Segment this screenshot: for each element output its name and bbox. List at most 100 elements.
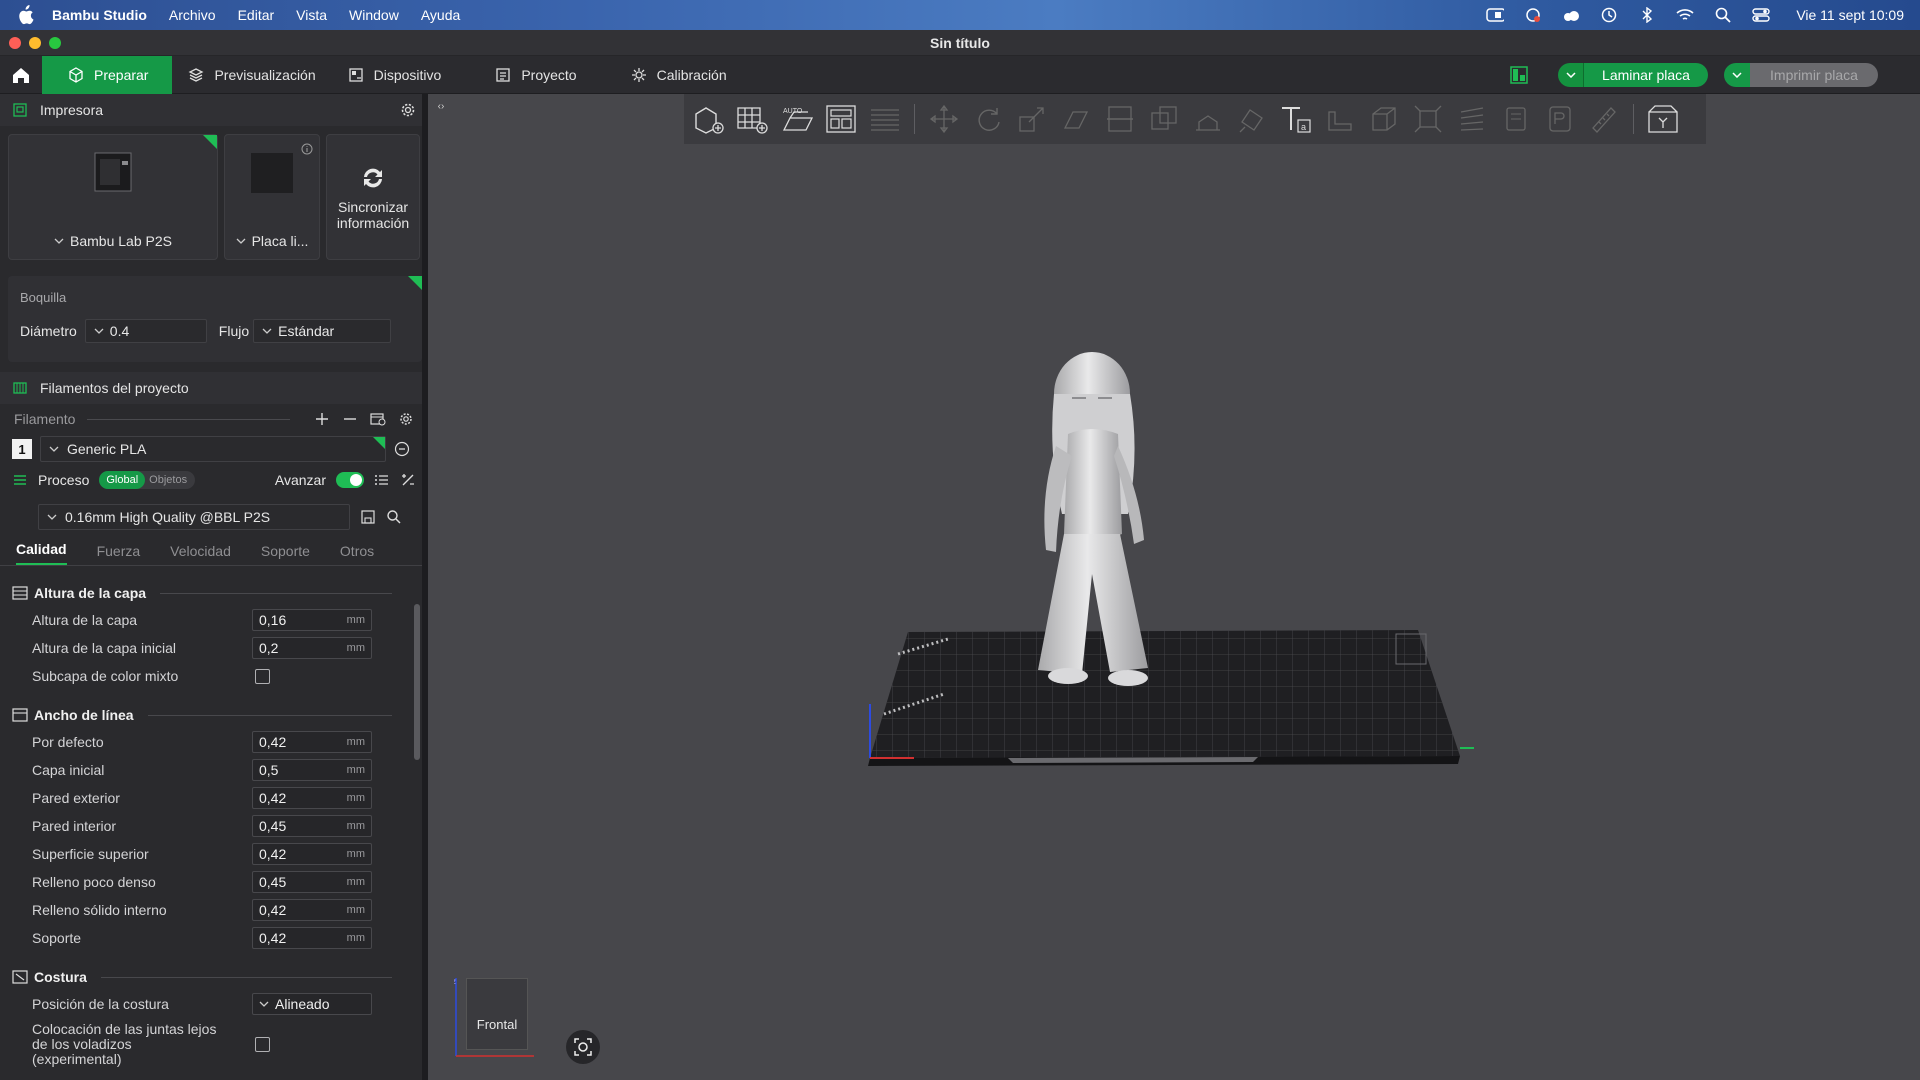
filament-slot-number[interactable]: 1	[12, 439, 32, 459]
3d-scene[interactable]	[428, 94, 1920, 1080]
line-width-input[interactable]: 0,45 mm	[252, 815, 372, 837]
navcube-front-face[interactable]: Frontal	[466, 978, 528, 1050]
line-width-input[interactable]: 0,5 mm	[252, 759, 372, 781]
setting-label: Superficie superior	[32, 846, 149, 862]
global-option[interactable]: Global	[99, 471, 146, 489]
chevron-down-icon[interactable]	[1724, 62, 1750, 87]
subtab-velocidad[interactable]: Velocidad	[170, 543, 231, 565]
info-icon[interactable]	[301, 143, 313, 155]
settings-list: Altura de la capa Altura de la capa 0,16…	[0, 566, 428, 1070]
settings-scrollbar[interactable]	[414, 604, 420, 760]
cloud-icon[interactable]	[1562, 6, 1580, 24]
window-titlebar: Sin título	[0, 30, 1920, 56]
mixed-color-sublayer-checkbox[interactable]	[255, 668, 270, 684]
seam-away-overhang-checkbox[interactable]	[255, 1036, 270, 1052]
setting-label: Por defecto	[32, 734, 104, 750]
keyboard-icon[interactable]	[1486, 6, 1505, 24]
menu-window[interactable]: Window	[349, 7, 399, 23]
plate-type-card[interactable]: Placa li...	[224, 134, 320, 260]
process-preset-row: 0.16mm High Quality @BBL P2S	[0, 500, 428, 534]
chevron-down-icon	[54, 238, 64, 244]
chevron-down-icon[interactable]	[1558, 62, 1584, 87]
build-plate[interactable]	[868, 630, 1460, 766]
subtab-soporte[interactable]: Soporte	[261, 543, 310, 565]
tab-dispositivo[interactable]: Dispositivo	[332, 56, 458, 94]
line-width-input[interactable]: 0,42 mm	[252, 787, 372, 809]
layout-toggle-icon[interactable]	[1508, 64, 1530, 86]
creative-cloud-icon[interactable]	[1524, 6, 1542, 24]
filaments-section-header: Filamentos del proyecto	[0, 372, 428, 404]
compare-icon[interactable]	[400, 472, 416, 488]
tab-proyecto[interactable]: Proyecto	[479, 56, 592, 94]
search-icon[interactable]	[386, 509, 402, 525]
selected-corner-mark	[203, 135, 217, 149]
remove-circle-icon[interactable]	[394, 441, 410, 457]
tab-preparar[interactable]: Preparar	[42, 55, 173, 94]
apple-icon[interactable]	[16, 5, 34, 25]
plate-type-label: Placa li...	[251, 233, 309, 249]
home-button[interactable]	[0, 56, 42, 94]
objects-option[interactable]: Objetos	[145, 474, 195, 486]
close-window-button[interactable]	[9, 37, 21, 49]
list-icon[interactable]	[374, 472, 390, 488]
filament-name: Generic PLA	[67, 441, 147, 457]
line-width-input[interactable]: 0,42 mm	[252, 927, 372, 949]
sync-info-card[interactable]: Sincronizar información	[326, 134, 420, 260]
initial-layer-height-input[interactable]: 0,2 mm	[252, 637, 372, 659]
printer-model-card[interactable]: Bambu Lab P2S	[8, 134, 218, 260]
flow-select[interactable]: Estándar	[253, 319, 392, 343]
layer-height-input[interactable]: 0,16 mm	[252, 609, 372, 631]
macos-menubar: Bambu Studio Archivo Editar Vista Window…	[0, 0, 1920, 30]
gear-icon[interactable]	[400, 102, 416, 118]
seam-position-select[interactable]: Alineado	[252, 993, 372, 1015]
remove-filament-icon[interactable]	[342, 411, 358, 427]
line-width-input[interactable]: 0,42 mm	[252, 843, 372, 865]
line-width-input[interactable]: 0,42 mm	[252, 899, 372, 921]
menu-archivo[interactable]: Archivo	[169, 7, 216, 23]
save-preset-icon[interactable]	[360, 509, 376, 525]
menu-editar[interactable]: Editar	[238, 7, 275, 23]
navigation-cube[interactable]: zx Frontal	[454, 976, 534, 1057]
menubar-clock[interactable]: Vie 11 sept 10:09	[1796, 7, 1904, 23]
setting-label: Capa inicial	[32, 762, 105, 778]
filament-select[interactable]: Generic PLA	[40, 436, 386, 462]
tab-previsualizacion[interactable]: Previsualización	[172, 56, 331, 94]
3d-viewport[interactable]: ‹› AUTO a z Frontal	[428, 94, 1920, 1080]
device-icon	[348, 67, 363, 82]
minimize-window-button[interactable]	[29, 37, 41, 49]
setting-row: Por defecto 0,42 mm	[0, 728, 428, 756]
menu-vista[interactable]: Vista	[296, 7, 327, 23]
bluetooth-icon[interactable]	[1638, 6, 1656, 24]
sync-ams-icon[interactable]	[370, 411, 386, 427]
subtab-otros[interactable]: Otros	[340, 543, 374, 565]
group-line-width: Ancho de línea	[0, 702, 428, 728]
menu-app-name[interactable]: Bambu Studio	[52, 7, 147, 23]
process-preset-select[interactable]: 0.16mm High Quality @BBL P2S	[38, 504, 350, 530]
diameter-label: Diámetro	[20, 323, 77, 339]
wifi-icon[interactable]	[1676, 6, 1694, 24]
subtab-calidad[interactable]: Calidad	[16, 541, 67, 565]
control-center-icon[interactable]	[1752, 6, 1771, 24]
camera-reset-button[interactable]	[566, 1030, 600, 1064]
cube-icon	[69, 66, 83, 83]
setting-row: Relleno sólido interno 0,42 mm	[0, 896, 428, 924]
slice-plate-button[interactable]: Laminar placa	[1558, 62, 1708, 87]
subtab-fuerza[interactable]: Fuerza	[97, 543, 141, 565]
add-filament-icon[interactable]	[314, 411, 330, 427]
menu-ayuda[interactable]: Ayuda	[421, 7, 460, 23]
camera-icon	[574, 1038, 592, 1056]
process-label: Proceso	[38, 472, 90, 488]
selected-corner-mark	[373, 437, 385, 449]
spotlight-search-icon[interactable]	[1714, 6, 1732, 24]
advanced-toggle[interactable]	[336, 472, 364, 488]
diameter-select[interactable]: 0.4	[84, 319, 207, 343]
gear-icon[interactable]	[398, 411, 414, 427]
tab-calibracion[interactable]: Calibración	[615, 56, 743, 94]
global-objects-switch[interactable]: Global Objetos	[99, 471, 196, 489]
group-title: Ancho de línea	[34, 707, 134, 723]
print-plate-button[interactable]: Imprimir placa	[1724, 62, 1878, 87]
line-width-input[interactable]: 0,45 mm	[252, 871, 372, 893]
time-machine-icon[interactable]	[1600, 6, 1618, 24]
line-width-input[interactable]: 0,42 mm	[252, 731, 372, 753]
zoom-window-button[interactable]	[49, 37, 61, 49]
